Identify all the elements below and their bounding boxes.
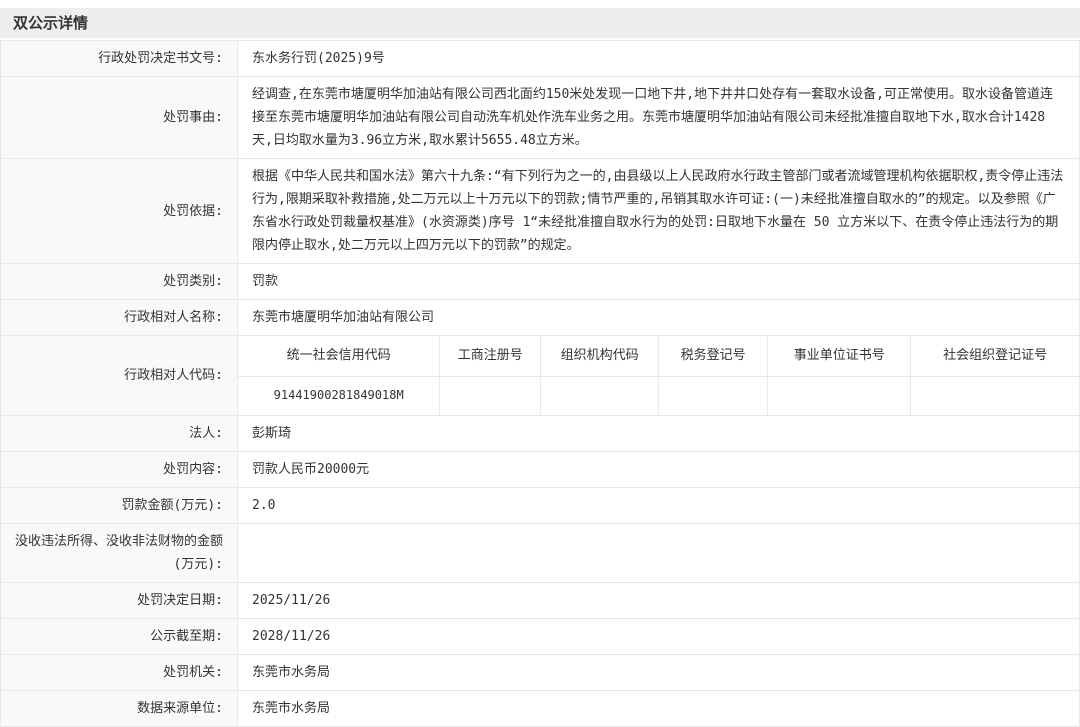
code-value-institution-certificate [768,376,911,415]
code-column-header: 统一社会信用代码 [238,336,440,376]
row-label: 处罚类别: [1,264,238,300]
row-value: 东水务行罚(2025)9号 [238,41,1080,77]
code-value-social-org-registration [911,376,1079,415]
row-value: 根据《中华人民共和国水法》第六十九条:“有下列行为之一的,由县级以上人民政府水行… [238,159,1080,264]
row-label: 数据来源单位: [1,691,238,727]
row-label: 处罚决定日期: [1,583,238,619]
row-value: 东莞市水务局 [238,691,1080,727]
row-value: 2.0 [238,488,1080,524]
code-column-header: 税务登记号 [658,336,767,376]
code-value-tax-registration [658,376,767,415]
row-label: 没收违法所得、没收非法财物的金额(万元): [1,524,238,583]
table-row-publicity-deadline: 公示截至期: 2028/11/26 [1,619,1080,655]
page-title: 双公示详情 [0,8,1080,38]
table-row-penalty-authority: 处罚机关: 东莞市水务局 [1,655,1080,691]
table-row-confiscation-amount: 没收违法所得、没收非法财物的金额(万元): [1,524,1080,583]
table-row-penalty-basis: 处罚依据: 根据《中华人民共和国水法》第六十九条:“有下列行为之一的,由县级以上… [1,159,1080,264]
code-column-header: 事业单位证书号 [768,336,911,376]
table-row-fine-amount: 罚款金额(万元): 2.0 [1,488,1080,524]
row-value: 经调查,在东莞市塘厦明华加油站有限公司西北面约150米处发现一口地下井,地下井井… [238,77,1080,159]
row-label: 处罚事由: [1,77,238,159]
row-label: 处罚机关: [1,655,238,691]
row-label: 行政处罚决定书文号: [1,41,238,77]
row-value: 彭斯琦 [238,416,1080,452]
table-row-data-source-unit: 数据来源单位: 东莞市水务局 [1,691,1080,727]
table-row-penalty-content: 处罚内容: 罚款人民币20000元 [1,452,1080,488]
row-value: 2025/11/26 [238,583,1080,619]
row-value: 东莞市水务局 [238,655,1080,691]
code-column-header: 社会组织登记证号 [911,336,1079,376]
table-row-penalty-reason: 处罚事由: 经调查,在东莞市塘厦明华加油站有限公司西北面约150米处发现一口地下… [1,77,1080,159]
party-codes-cell: 统一社会信用代码 工商注册号 组织机构代码 税务登记号 事业单位证书号 社会组织… [238,336,1080,416]
row-value: 2028/11/26 [238,619,1080,655]
row-label: 处罚内容: [1,452,238,488]
party-codes-table: 统一社会信用代码 工商注册号 组织机构代码 税务登记号 事业单位证书号 社会组织… [238,336,1079,415]
double-publicity-detail-page: 双公示详情 行政处罚决定书文号: 东水务行罚(2025)9号 处罚事由: 经调查… [0,0,1080,727]
row-label: 行政相对人名称: [1,300,238,336]
detail-table: 行政处罚决定书文号: 东水务行罚(2025)9号 处罚事由: 经调查,在东莞市塘… [0,40,1080,727]
party-codes-header-row: 统一社会信用代码 工商注册号 组织机构代码 税务登记号 事业单位证书号 社会组织… [238,336,1079,376]
code-column-header: 组织机构代码 [541,336,659,376]
row-value: 东莞市塘厦明华加油站有限公司 [238,300,1080,336]
row-value: 罚款人民币20000元 [238,452,1080,488]
table-row-penalty-category: 处罚类别: 罚款 [1,264,1080,300]
table-row-party-codes: 行政相对人代码: 统一社会信用代码 工商注册号 组织机构代码 税 [1,336,1080,416]
party-codes-values-row: 91441900281849018M [238,376,1079,415]
table-row-decision-number: 行政处罚决定书文号: 东水务行罚(2025)9号 [1,41,1080,77]
row-label: 罚款金额(万元): [1,488,238,524]
row-label: 处罚依据: [1,159,238,264]
code-value-business-registration [440,376,541,415]
table-row-decision-date: 处罚决定日期: 2025/11/26 [1,583,1080,619]
code-value-organization [541,376,659,415]
code-value-unified-social-credit: 91441900281849018M [238,376,440,415]
table-row-party-name: 行政相对人名称: 东莞市塘厦明华加油站有限公司 [1,300,1080,336]
row-label: 行政相对人代码: [1,336,238,416]
row-label: 法人: [1,416,238,452]
table-row-legal-person: 法人: 彭斯琦 [1,416,1080,452]
row-label: 公示截至期: [1,619,238,655]
row-value [238,524,1080,583]
row-value: 罚款 [238,264,1080,300]
code-column-header: 工商注册号 [440,336,541,376]
